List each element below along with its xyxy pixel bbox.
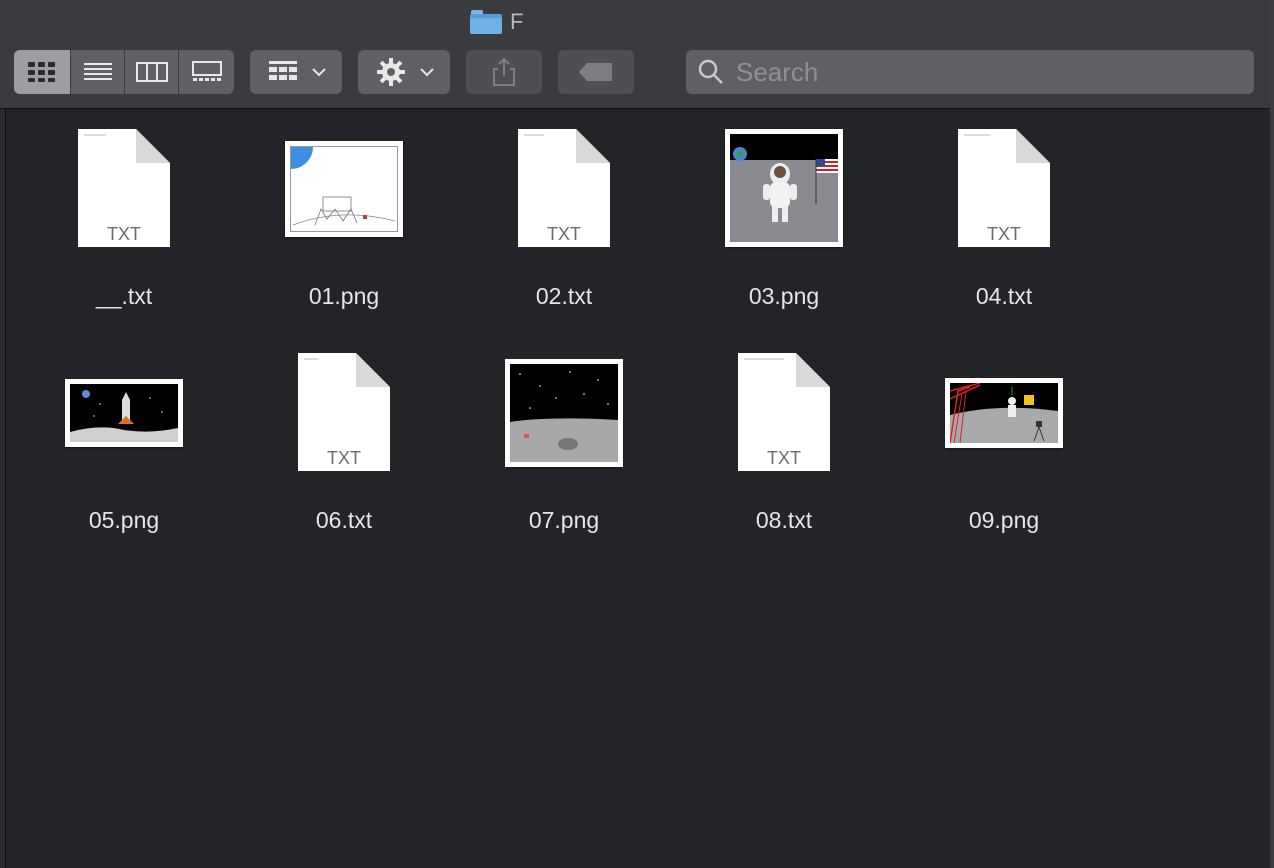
file-name: 05.png xyxy=(88,507,160,533)
list-view-icon xyxy=(83,63,112,80)
column-view-button[interactable] xyxy=(125,50,179,94)
file-item[interactable]: TXT 06.txt xyxy=(244,353,444,563)
column-view-icon xyxy=(135,62,168,82)
window-title-text: F xyxy=(510,9,524,34)
file-item[interactable]: 07.png xyxy=(464,353,664,563)
file-item[interactable]: 05.png xyxy=(24,353,224,563)
image-thumbnail xyxy=(65,379,183,447)
image-thumbnail xyxy=(725,129,843,247)
window-edge xyxy=(1270,0,1274,868)
search-field[interactable] xyxy=(686,50,1254,94)
search-input[interactable] xyxy=(734,55,1218,89)
list-view-button[interactable] xyxy=(71,50,125,94)
text-file-icon: TXT xyxy=(298,353,390,471)
group-by-button[interactable] xyxy=(250,50,342,94)
file-type-badge: TXT xyxy=(327,448,361,468)
file-name: 04.txt xyxy=(975,283,1033,309)
share-button[interactable] xyxy=(466,50,542,94)
gallery-view-icon xyxy=(191,61,222,81)
file-item[interactable]: 01.png xyxy=(244,129,444,339)
file-type-badge: TXT xyxy=(987,224,1021,244)
tag-icon xyxy=(579,63,612,81)
image-thumbnail xyxy=(945,378,1063,448)
file-item[interactable]: TXT 04.txt xyxy=(904,129,1104,339)
gear-icon xyxy=(377,58,405,86)
text-file-icon: TXT xyxy=(78,129,170,247)
file-type-badge: TXT xyxy=(547,224,581,244)
file-item[interactable]: TXT 08.txt xyxy=(684,353,884,563)
window-title: F xyxy=(470,8,523,36)
file-name: 07.png xyxy=(528,507,600,533)
view-mode-segmented-control xyxy=(14,50,234,94)
icon-view-button[interactable] xyxy=(14,50,71,94)
group-by-icon xyxy=(269,61,297,80)
folder-icon xyxy=(470,10,502,34)
file-name: 03.png xyxy=(748,283,820,309)
gallery-view-button[interactable] xyxy=(179,50,234,94)
file-name: 06.txt xyxy=(315,507,373,533)
file-type-badge: TXT xyxy=(107,224,141,244)
image-thumbnail xyxy=(285,141,403,237)
toolbar: F xyxy=(0,0,1270,109)
file-item[interactable]: TXT 02.txt xyxy=(464,129,664,339)
tags-button[interactable] xyxy=(558,50,634,94)
action-button[interactable] xyxy=(358,50,450,94)
image-thumbnail xyxy=(505,359,623,467)
text-file-icon: TXT xyxy=(958,129,1050,247)
search-icon xyxy=(698,59,723,84)
file-name: 01.png xyxy=(308,283,380,309)
file-name: 08.txt xyxy=(755,507,813,533)
file-name: 09.png xyxy=(968,507,1040,533)
file-item[interactable]: 09.png xyxy=(904,353,1104,563)
file-name: __.txt xyxy=(95,283,153,309)
file-type-badge: TXT xyxy=(767,448,801,468)
chevron-down-icon xyxy=(420,68,434,77)
file-name: 02.txt xyxy=(535,283,593,309)
icon-view-icon xyxy=(28,62,55,82)
text-file-icon: TXT xyxy=(518,129,610,247)
file-icon-grid: TXT __.txt 01.png TXT 02.txt 03.png TXT … xyxy=(6,109,1270,868)
file-item[interactable]: 03.png xyxy=(684,129,884,339)
share-icon xyxy=(493,57,515,86)
file-item[interactable]: TXT __.txt xyxy=(24,129,224,339)
text-file-icon: TXT xyxy=(738,353,830,471)
finder-window: F Search TXT __.txt 01.png TXT 02.txt 03… xyxy=(0,0,1271,868)
chevron-down-icon xyxy=(312,68,326,77)
